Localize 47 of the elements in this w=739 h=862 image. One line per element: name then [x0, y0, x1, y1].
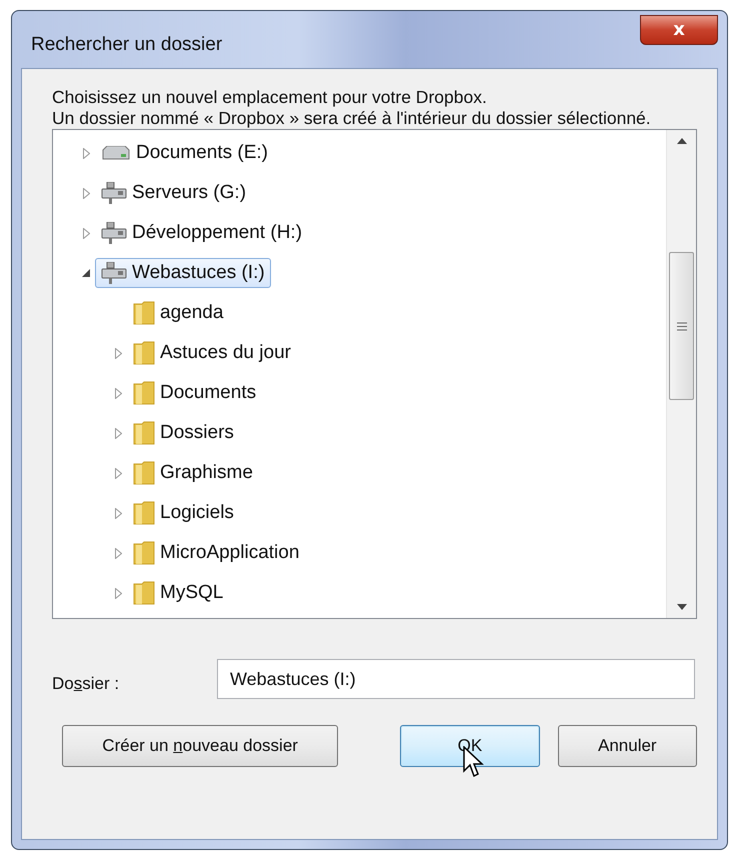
folder-icon: [133, 501, 155, 525]
tree-item[interactable]: Développement (H:): [95, 218, 308, 248]
expand-arrow-icon[interactable]: [114, 388, 122, 398]
expand-arrow-icon[interactable]: [114, 468, 122, 478]
scroll-thumb[interactable]: [669, 252, 694, 400]
expand-arrow-icon[interactable]: [114, 588, 122, 598]
expand-arrow-icon[interactable]: [82, 148, 90, 158]
scroll-up-icon[interactable]: [676, 138, 686, 144]
scroll-down-icon[interactable]: [676, 604, 686, 610]
hard-drive-icon: [101, 146, 131, 160]
tree-item[interactable]: Dossiers: [127, 417, 240, 449]
network-drive-icon: [101, 262, 127, 284]
expand-arrow-icon[interactable]: [114, 428, 122, 438]
folder-icon: [133, 581, 155, 605]
expand-arrow-icon[interactable]: [114, 548, 122, 558]
window-title: Rechercher un dossier: [30, 32, 222, 56]
expand-arrow-icon[interactable]: [82, 188, 90, 198]
scrollbar[interactable]: [666, 130, 696, 618]
tree-item[interactable]: MySQL: [127, 577, 230, 609]
tree-item[interactable]: Documents (E:): [95, 138, 274, 168]
expand-arrow-icon[interactable]: [114, 508, 122, 518]
folder-icon: [133, 461, 155, 485]
tree-item[interactable]: Serveurs (G:): [95, 178, 252, 208]
expand-arrow-icon[interactable]: [82, 228, 90, 238]
folder-icon: [133, 541, 155, 565]
folder-label: Dossier :: [52, 673, 120, 694]
folder-input[interactable]: Webastuces (I:): [217, 659, 695, 699]
tree-item[interactable]: Documents: [127, 377, 262, 409]
new-folder-button[interactable]: Créer un nouveau dossier: [62, 725, 338, 767]
folder-icon: [133, 301, 155, 325]
description-text: Choisissez un nouvel emplacement pour votre Dropbox. Un dossier nommé « Dropbox » sera créé à l'intérieur du dossier sélectionné.: [52, 87, 652, 129]
network-drive-icon: [101, 222, 127, 244]
network-drive-icon: [101, 182, 127, 204]
grip-icon: [676, 322, 686, 330]
tree-item[interactable]: Logiciels: [127, 497, 240, 529]
tree-item[interactable]: MicroApplication: [127, 537, 306, 569]
folder-icon: [133, 421, 155, 445]
tree-item[interactable]: Astuces du jour: [127, 337, 297, 369]
tree-item[interactable]: Webastuces (I:): [95, 258, 271, 288]
close-button[interactable]: x: [640, 15, 718, 45]
folder-icon: [133, 381, 155, 405]
expand-arrow-icon[interactable]: [114, 348, 122, 358]
tree-item[interactable]: Graphisme: [127, 457, 259, 489]
expanded-arrow-icon[interactable]: [82, 269, 90, 277]
tree-item[interactable]: agenda: [127, 297, 230, 329]
folder-icon: [133, 341, 155, 365]
dialog-button[interactable]: Annuler: [558, 725, 697, 767]
